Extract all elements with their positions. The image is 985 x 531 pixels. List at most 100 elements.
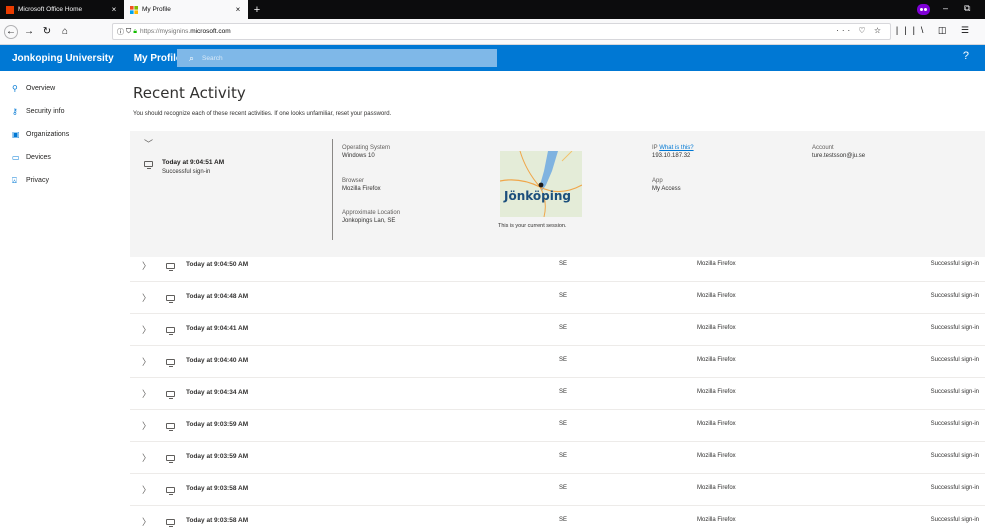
device-icon — [166, 263, 175, 271]
page-title: Recent Activity — [133, 84, 246, 102]
person-icon: ⚲ — [12, 84, 18, 93]
tab-close-icon[interactable]: × — [110, 5, 118, 14]
ip-label: IP What is this? — [652, 145, 694, 151]
row-location: SE — [559, 325, 568, 331]
page-subtitle: You should recognize each of these recen… — [133, 111, 392, 117]
sidebar-item-organizations[interactable]: ▣ Organizations — [0, 123, 120, 146]
row-status: Successful sign-in — [930, 293, 979, 299]
ip-value: 193.10.187.32 — [652, 153, 691, 159]
chevron-right-icon[interactable]: 〉 — [142, 515, 151, 528]
chevron-right-icon[interactable]: 〉 — [142, 419, 151, 432]
row-time: Today at 9:03:58 AM — [186, 517, 249, 524]
back-arrow-icon[interactable]: ← — [4, 24, 18, 39]
row-status: Successful sign-in — [930, 485, 979, 491]
sidebar-item-label: Privacy — [26, 177, 49, 184]
row-browser: Mozilla Firefox — [697, 389, 736, 395]
chevron-right-icon[interactable]: 〉 — [142, 483, 151, 496]
office-icon — [6, 5, 14, 14]
chevron-right-icon[interactable]: 〉 — [142, 451, 151, 464]
activity-row[interactable]: 〉 Today at 9:04:40 AM SE Mozilla Firefox… — [130, 346, 985, 378]
home-icon[interactable]: ⌂ — [58, 25, 72, 39]
org-name[interactable]: Jonkoping University — [12, 53, 114, 64]
app-value: My Access — [652, 186, 681, 192]
lock-icon: ⍓ — [12, 175, 17, 185]
sidebar-item-overview[interactable]: ⚲ Overview — [0, 77, 120, 100]
lock-icon: 🔒︎ — [133, 27, 137, 35]
reload-icon[interactable]: ↻ — [40, 25, 54, 39]
activity-row[interactable]: 〉 Today at 9:03:58 AM SE Mozilla Firefox… — [130, 506, 985, 531]
row-location: SE — [559, 485, 568, 491]
chevron-right-icon[interactable]: 〉 — [142, 355, 151, 368]
row-time: Today at 9:04:50 AM — [186, 261, 249, 268]
device-icon — [166, 455, 175, 463]
activity-row[interactable]: 〉 Today at 9:03:59 AM SE Mozilla Firefox… — [130, 410, 985, 442]
minimize-button[interactable]: – — [943, 3, 948, 13]
activity-row[interactable]: 〉 Today at 9:04:34 AM SE Mozilla Firefox… — [130, 378, 985, 410]
row-time: Today at 9:04:48 AM — [186, 293, 249, 300]
app-label: App — [652, 178, 663, 184]
device-icon — [166, 519, 175, 527]
row-location: SE — [559, 357, 568, 363]
forward-arrow-icon[interactable]: → — [22, 25, 36, 39]
main-content: Recent Activity You should recognize eac… — [120, 71, 985, 531]
activity-row[interactable]: 〉 Today at 9:04:41 AM SE Mozilla Firefox… — [130, 314, 985, 346]
url-bar[interactable]: ⓘ ⛉ 🔒︎ https://mysignins. microsoft.com ·… — [112, 23, 891, 40]
tab-office-home[interactable]: Microsoft Office Home × — [0, 0, 124, 19]
key-person-icon: ⚷ — [12, 107, 18, 116]
row-location: SE — [559, 389, 568, 395]
row-location: SE — [559, 517, 568, 523]
new-tab-button[interactable]: + — [248, 0, 266, 19]
library-sidebar-menu-icons[interactable]: |||\ ◫ ☰ — [896, 25, 975, 36]
row-status: Successful sign-in — [930, 389, 979, 395]
divider — [332, 139, 333, 240]
sidebar-item-label: Devices — [26, 154, 51, 161]
tab-title: Microsoft Office Home — [18, 6, 83, 13]
tab-close-icon[interactable]: × — [234, 5, 242, 14]
what-is-this-link[interactable]: What is this? — [659, 145, 693, 151]
sidebar-item-devices[interactable]: ▭ Devices — [0, 146, 120, 169]
device-icon — [166, 423, 175, 431]
search-placeholder: Search — [202, 54, 223, 62]
search-icon: ⌕ — [189, 52, 195, 63]
info-icon[interactable]: ⓘ — [117, 27, 124, 37]
row-browser: Mozilla Firefox — [697, 293, 736, 299]
activity-row[interactable]: 〉 Today at 9:03:59 AM SE Mozilla Firefox… — [130, 442, 985, 474]
row-browser: Mozilla Firefox — [697, 517, 736, 523]
microsoft-icon — [130, 5, 138, 14]
tracking-shield-icon[interactable]: ⛉ — [126, 28, 131, 36]
laptop-icon: ▭ — [12, 153, 20, 162]
device-icon — [166, 391, 175, 399]
row-browser: Mozilla Firefox — [697, 357, 736, 363]
activity-detail-panel: ﹀ Today at 9:04:51 AM Successful sign-in… — [130, 131, 985, 257]
sidebar-item-label: Overview — [26, 85, 56, 92]
app-header: Jonkoping University My Profile ⌕ Search… — [0, 45, 985, 71]
browser-tab-strip: Microsoft Office Home × My Profile × + –… — [0, 0, 985, 19]
activity-row[interactable]: 〉 Today at 9:04:48 AM SE Mozilla Firefox… — [130, 282, 985, 314]
chevron-right-icon[interactable]: 〉 — [142, 259, 151, 272]
app-title[interactable]: My Profile — [134, 53, 182, 64]
row-time: Today at 9:03:59 AM — [186, 421, 249, 428]
activity-row[interactable]: 〉 Today at 9:03:58 AM SE Mozilla Firefox… — [130, 474, 985, 506]
location-label: Approximate Location — [342, 210, 401, 216]
sidebar-item-security-info[interactable]: ⚷ Security info — [0, 100, 120, 123]
row-browser: Mozilla Firefox — [697, 325, 736, 331]
row-location: SE — [559, 261, 568, 267]
search-input[interactable]: ⌕ Search — [177, 49, 497, 67]
device-icon — [166, 487, 175, 495]
chevron-right-icon[interactable]: 〉 — [142, 387, 151, 400]
restore-button[interactable]: ⧉ — [964, 3, 970, 14]
account-label: Account — [812, 145, 834, 151]
chevron-up-icon[interactable]: ﹀ — [144, 137, 153, 150]
row-status: Successful sign-in — [930, 421, 979, 427]
chevron-right-icon[interactable]: 〉 — [142, 291, 151, 304]
page-actions-icons[interactable]: ··· ♡ ☆ — [836, 26, 884, 35]
os-value: Windows 10 — [342, 153, 375, 159]
row-time: Today at 9:03:58 AM — [186, 485, 249, 492]
help-icon[interactable]: ? — [963, 50, 969, 62]
activity-row[interactable]: 〉 Today at 9:04:50 AM SE Mozilla Firefox… — [130, 250, 985, 282]
chevron-right-icon[interactable]: 〉 — [142, 323, 151, 336]
device-icon — [166, 327, 175, 335]
tab-my-profile[interactable]: My Profile × — [124, 0, 248, 19]
row-location: SE — [559, 421, 568, 427]
sidebar-item-privacy[interactable]: ⍓ Privacy — [0, 169, 120, 192]
